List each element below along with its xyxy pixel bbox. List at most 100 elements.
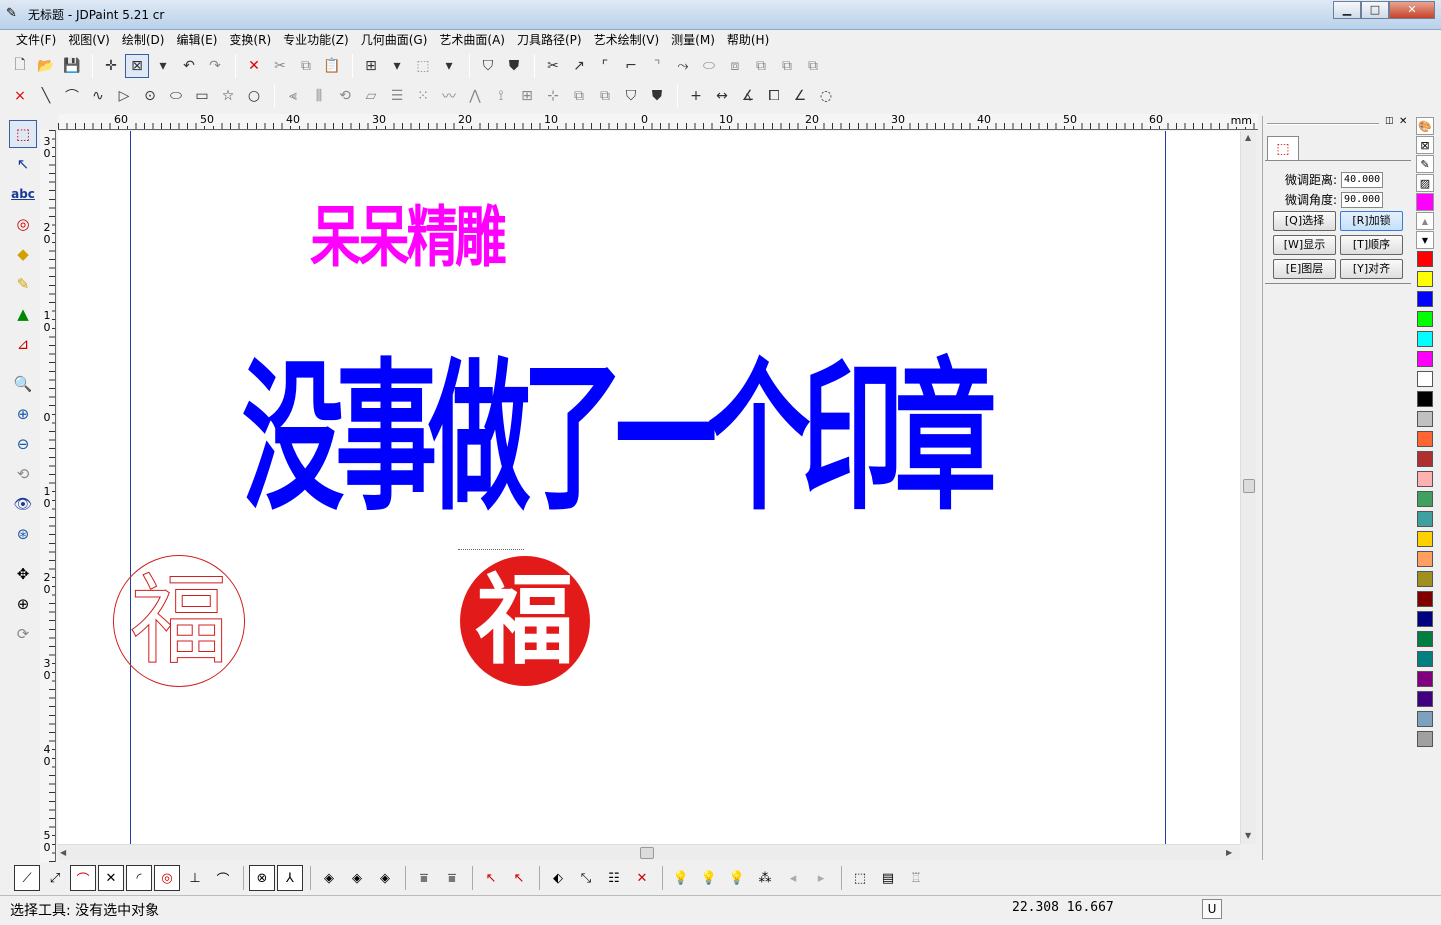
snap-curve-icon[interactable]: ◜ xyxy=(126,865,152,891)
angle-icon[interactable]: ∠ xyxy=(788,84,812,108)
circle-center-icon[interactable]: ⊙ xyxy=(138,84,162,108)
shield-filled-icon[interactable]: ⛊ xyxy=(502,54,526,78)
grid-pattern-icon[interactable]: ⊞ xyxy=(515,84,539,108)
select-remove-icon[interactable]: ↖ xyxy=(506,865,532,891)
snap-perpendicular-icon[interactable]: ⊥ xyxy=(182,865,208,891)
view-eye-icon[interactable]: 👁 xyxy=(9,490,37,518)
stamp-filled[interactable]: 福 xyxy=(460,556,590,686)
color-swatch[interactable] xyxy=(1417,411,1433,427)
fillet-icon[interactable]: ⌜ xyxy=(593,54,617,78)
color-swatch[interactable] xyxy=(1417,691,1433,707)
horizontal-scrollbar[interactable]: ◀ ▶ xyxy=(58,844,1240,860)
snap-intersection-icon[interactable]: ✕ xyxy=(98,865,124,891)
menu-geometric-surface[interactable]: 几何曲面(G) xyxy=(355,30,434,50)
color-swatch[interactable] xyxy=(1417,711,1433,727)
fill-tool-icon[interactable]: ◆ xyxy=(9,240,37,268)
snap-center-icon[interactable]: ⊗ xyxy=(249,865,275,891)
lasso-icon[interactable]: ◌ xyxy=(814,84,838,108)
dropdown-arrow-icon[interactable]: ▾ xyxy=(437,54,461,78)
minimize-button[interactable]: ▁ xyxy=(1333,1,1361,19)
group-icon[interactable]: ⧉ xyxy=(749,54,773,78)
combine-icon[interactable]: ⧉ xyxy=(801,54,825,78)
color-swatch[interactable] xyxy=(1417,451,1433,467)
scroll-left-icon[interactable]: ◀ xyxy=(60,848,66,857)
select-chain-icon[interactable]: ⤡ xyxy=(573,865,599,891)
measure-tool-icon[interactable]: ⊿ xyxy=(9,330,37,358)
trophy-icon[interactable]: ♖ xyxy=(903,865,929,891)
zoom-realtime-icon[interactable]: ⊕ xyxy=(9,590,37,618)
no-color-icon[interactable]: ⊠ xyxy=(1416,136,1434,154)
3d-box-icon[interactable]: ⬚ xyxy=(411,54,435,78)
color-swatch[interactable] xyxy=(1417,351,1433,367)
save-icon[interactable]: 💾 xyxy=(60,54,84,78)
dropdown-arrow-icon[interactable]: ▾ xyxy=(385,54,409,78)
next-arrow-icon[interactable]: ▸ xyxy=(808,865,834,891)
snap-tangent-icon[interactable]: ⌒ xyxy=(210,865,236,891)
select-add-icon[interactable]: ↖ xyxy=(478,865,504,891)
zoom-in-icon[interactable]: ⊕ xyxy=(9,400,37,428)
text-object-daidai[interactable]: 呆呆精雕 xyxy=(310,193,507,283)
select-box-icon[interactable]: ⊠ xyxy=(125,54,149,78)
color-swatch[interactable] xyxy=(1417,551,1433,567)
align-button[interactable]: [Y]对齐 xyxy=(1340,259,1403,279)
scroll-up-icon[interactable]: ▲ xyxy=(1416,212,1434,230)
panel-restore-icon[interactable]: ◫ xyxy=(1385,116,1394,126)
scroll-down-icon[interactable]: ▼ xyxy=(1245,831,1251,840)
vertical-scrollbar[interactable]: ▲ ▼ xyxy=(1240,131,1256,844)
lock-button[interactable]: [R]加锁 xyxy=(1340,211,1403,231)
order-button[interactable]: [T]顺序 xyxy=(1340,235,1403,255)
color-swatch[interactable] xyxy=(1417,571,1433,587)
snap-diamond-3-icon[interactable]: ◈ xyxy=(372,865,398,891)
offset-icon[interactable]: ⤳ xyxy=(671,54,695,78)
dropdown-arrow-icon[interactable]: ▾ xyxy=(151,54,175,78)
shield-icon[interactable]: ⛉ xyxy=(476,54,500,78)
color-swatch[interactable] xyxy=(1417,371,1433,387)
shield-icon[interactable]: ⛉ xyxy=(619,84,643,108)
copy-icon[interactable]: ⧉ xyxy=(294,54,318,78)
cube-icon[interactable]: ⬚ xyxy=(847,865,873,891)
color-swatch[interactable] xyxy=(1417,491,1433,507)
text-tool-icon[interactable]: abc xyxy=(9,180,37,208)
select-list-icon[interactable]: ☷ xyxy=(601,865,627,891)
menu-draw[interactable]: 绘制(D) xyxy=(116,30,171,50)
line-icon[interactable]: ╲ xyxy=(34,84,58,108)
drawing-canvas[interactable]: 呆呆精雕 没事做了一个印章 福 福 xyxy=(58,131,1240,844)
zoom-window-icon[interactable]: 🔍 xyxy=(9,370,37,398)
stack-icon[interactable]: ☰ xyxy=(385,84,409,108)
rectangle-icon[interactable]: ▭ xyxy=(190,84,214,108)
color-swatch[interactable] xyxy=(1417,531,1433,547)
eyedropper-icon[interactable]: ✎ xyxy=(1416,155,1434,173)
zoom-all-icon[interactable]: ⊛ xyxy=(9,520,37,548)
menu-edit[interactable]: 编辑(E) xyxy=(170,30,223,50)
frame-icon[interactable]: ⧈ xyxy=(723,54,747,78)
snap-endpoint-icon[interactable]: ⤢ xyxy=(42,865,68,891)
zoom-out-icon[interactable]: ⊖ xyxy=(9,430,37,458)
grid-icon[interactable]: ⊞ xyxy=(359,54,383,78)
close-button[interactable]: ✕ xyxy=(1389,1,1435,19)
prev-arrow-icon[interactable]: ◂ xyxy=(780,865,806,891)
scroll-up-icon[interactable]: ▲ xyxy=(1245,133,1251,142)
light-green-icon[interactable]: 💡 xyxy=(668,865,694,891)
relief-tool-icon[interactable]: ▲ xyxy=(9,300,37,328)
panel-close-icon[interactable]: ✕ xyxy=(1399,116,1407,127)
ungroup-icon[interactable]: ⧉ xyxy=(775,54,799,78)
path-icon[interactable]: ⟟ xyxy=(489,84,513,108)
ellipse-icon[interactable]: ⬭ xyxy=(164,84,188,108)
align-left-icon[interactable]: ⫷ xyxy=(281,84,305,108)
corner-icon[interactable]: ⌝ xyxy=(645,54,669,78)
horizontal-scroll-thumb[interactable] xyxy=(640,847,654,859)
color-swatch[interactable] xyxy=(1417,391,1433,407)
palette-fill-icon[interactable]: 🎨 xyxy=(1416,117,1434,135)
overlap-icon[interactable]: ⧉ xyxy=(593,84,617,108)
cross-pattern-icon[interactable]: ⊹ xyxy=(541,84,565,108)
snap-diamond-2-icon[interactable]: ◈ xyxy=(344,865,370,891)
select-tool-icon[interactable]: ⬚ xyxy=(9,120,37,148)
unit-mode-box[interactable]: U xyxy=(1202,899,1222,919)
new-file-icon[interactable]: 🗋 xyxy=(8,54,32,78)
select-region-icon[interactable]: ⬖ xyxy=(545,865,571,891)
color-swatch[interactable] xyxy=(1417,331,1433,347)
menu-measure[interactable]: 测量(M) xyxy=(665,30,721,50)
layer-stack-2-icon[interactable]: ⩸ xyxy=(439,865,465,891)
current-color-swatch[interactable] xyxy=(1416,193,1434,211)
menu-art-draw[interactable]: 艺术绘制(V) xyxy=(588,30,666,50)
